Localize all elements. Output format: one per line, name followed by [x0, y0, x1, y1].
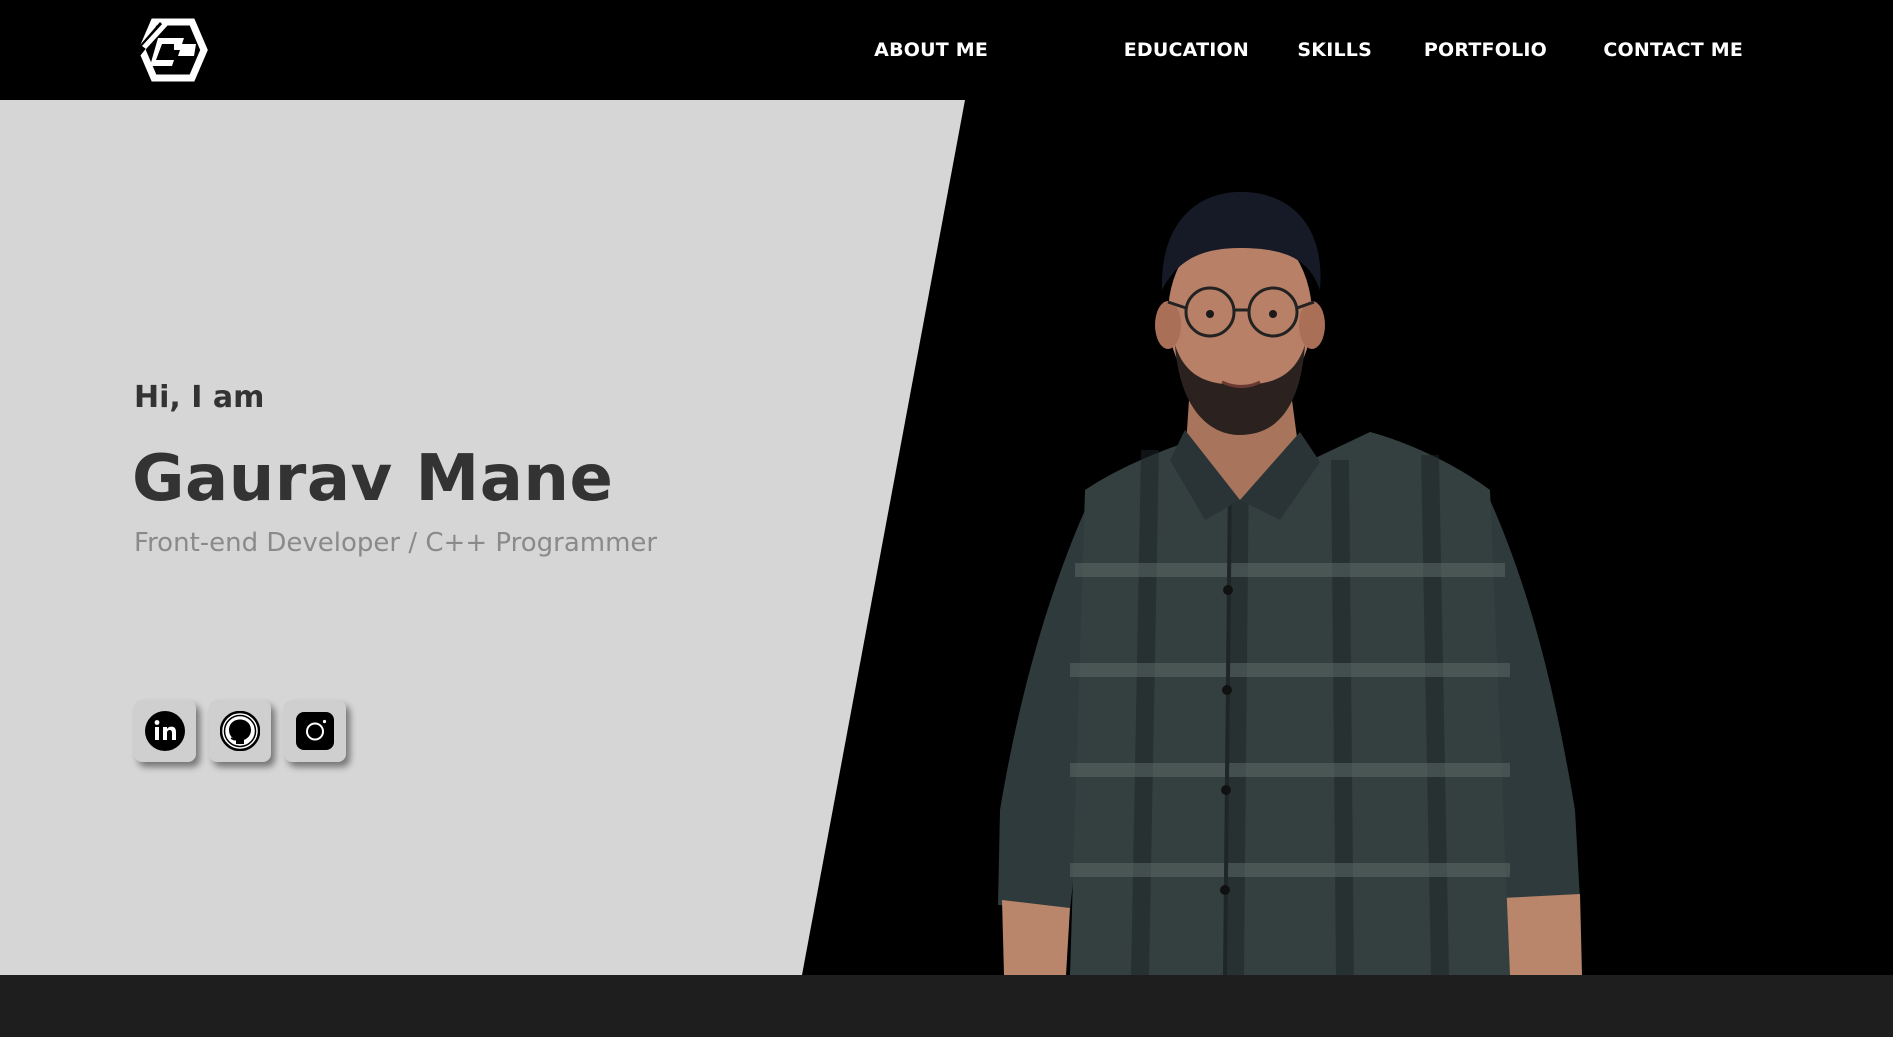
logo-icon[interactable]: [134, 16, 210, 84]
instagram-icon: [296, 712, 334, 750]
nav-link-skills[interactable]: SKILLS: [1297, 38, 1372, 62]
linkedin-icon: [145, 711, 185, 751]
next-section-strip: [0, 975, 1893, 1037]
nav-link-education[interactable]: EDUCATION: [1124, 38, 1249, 62]
hero-name: Gaurav Mane: [132, 442, 614, 516]
github-icon: [220, 711, 260, 751]
site-header: ABOUT ME EDUCATION SKILLS PORTFOLIO CONT…: [0, 0, 1893, 100]
nav-link-contact-me[interactable]: CONTACT ME: [1603, 38, 1743, 62]
linkedin-button[interactable]: [134, 700, 196, 762]
hero-section: Hi, I am Gaurav Mane Front-end Developer…: [0, 100, 1893, 975]
profile-photo: [998, 191, 1582, 975]
instagram-button[interactable]: [284, 700, 346, 762]
nav-link-portfolio[interactable]: PORTFOLIO: [1424, 38, 1547, 62]
hero-greeting: Hi, I am: [134, 380, 265, 415]
hero-role: Front-end Developer / C++ Programmer: [134, 528, 658, 558]
nav-link-about-me[interactable]: ABOUT ME: [874, 38, 988, 62]
github-button[interactable]: [209, 700, 271, 762]
